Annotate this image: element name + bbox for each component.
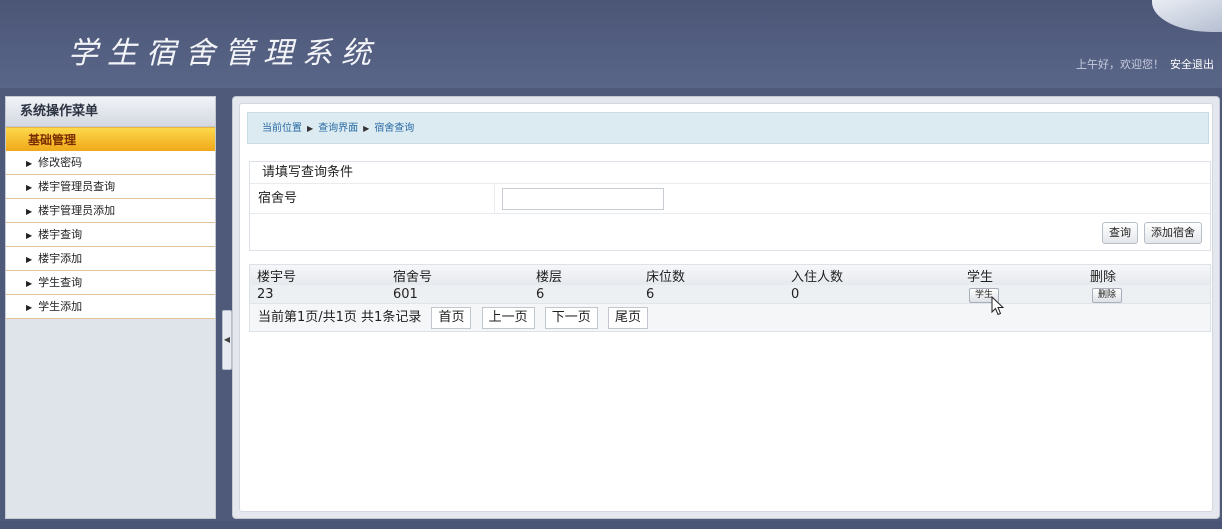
- column-header: 楼层: [529, 265, 639, 285]
- footer-bar: [0, 521, 1222, 529]
- add-room-button[interactable]: 添加宿舍: [1144, 222, 1202, 244]
- sidebar-item-label: 楼宇管理员查询: [38, 180, 116, 193]
- query-form: 请填写查询条件 宿舍号 查询 添加宿舍: [249, 161, 1211, 251]
- table-header-row: 楼宇号 宿舍号 楼层 床位数 入住人数 学生 删除: [250, 265, 1210, 285]
- room-number-input[interactable]: [502, 188, 664, 210]
- prev-page-button[interactable]: 上一页: [481, 307, 535, 329]
- sidebar-item-label: 修改密码: [38, 156, 83, 169]
- sidebar-item-label: 楼宇查询: [38, 228, 83, 241]
- app-logo: 学生宿舍管理系统: [68, 36, 380, 71]
- triangle-right-icon: ▶: [26, 231, 33, 240]
- user-greeting: 上午好，欢迎您！ 安全退出: [1076, 56, 1214, 72]
- cell-occupants: 0: [784, 285, 960, 303]
- sidebar-item-student-add[interactable]: ▶ 学生添加: [6, 295, 215, 319]
- sidebar-item-label: 楼宇添加: [38, 252, 83, 265]
- breadcrumb-item[interactable]: 当前位置: [262, 123, 302, 134]
- mouse-cursor-icon: [991, 296, 1005, 316]
- column-header: 楼宇号: [250, 265, 386, 285]
- triangle-right-icon: ▶: [26, 255, 33, 264]
- sidebar-item-manager-add[interactable]: ▶ 楼宇管理员添加: [6, 199, 215, 223]
- last-page-button[interactable]: 尾页: [607, 307, 648, 329]
- triangle-right-icon: ▶: [26, 303, 33, 312]
- sidebar-collapse-toggle[interactable]: ◀: [222, 310, 232, 370]
- greeting-text: 上午好，欢迎您！: [1076, 58, 1164, 71]
- cell-beds: 6: [639, 285, 784, 303]
- triangle-left-icon: ◀: [223, 335, 231, 344]
- breadcrumb-item[interactable]: 宿舍查询: [374, 123, 414, 134]
- triangle-right-icon: ▶: [26, 207, 33, 216]
- logout-link[interactable]: 安全退出: [1170, 58, 1214, 71]
- column-header: 床位数: [639, 265, 784, 285]
- sidebar: 系统操作菜单 基础管理 ▶ 修改密码 ▶ 楼宇管理员查询 ▶ 楼宇管理员添加 ▶ 楼宇查…: [5, 96, 216, 519]
- breadcrumb-item[interactable]: 查询界面: [318, 123, 358, 134]
- breadcrumb-arrow-icon: ▶: [363, 124, 370, 133]
- pagination-status: 当前第1页/共1页 共1条记录: [258, 310, 422, 325]
- table-row: 23 601 6 6 0 学生 删除: [250, 285, 1210, 303]
- divider: [494, 184, 495, 214]
- sidebar-item-change-password[interactable]: ▶ 修改密码: [6, 151, 215, 175]
- main-panel: 当前位置 ▶ 查询界面 ▶ 宿舍查询 请填写查询条件 宿舍号 查询 添加宿舍 楼宇号 宿舍…: [232, 96, 1220, 519]
- column-header: 删除: [1083, 265, 1210, 285]
- triangle-right-icon: ▶: [26, 279, 33, 288]
- sidebar-item-label: 学生查询: [38, 276, 83, 289]
- query-form-title: 请填写查询条件: [250, 162, 1210, 184]
- sidebar-title: 系统操作菜单: [6, 97, 215, 127]
- first-page-button[interactable]: 首页: [431, 307, 472, 329]
- app-header: 学生宿舍管理系统 上午好，欢迎您！ 安全退出: [0, 0, 1222, 88]
- sidebar-item-manager-query[interactable]: ▶ 楼宇管理员查询: [6, 175, 215, 199]
- cell-student: 学生: [960, 285, 1083, 303]
- cell-delete: 删除: [1083, 285, 1210, 303]
- sidebar-item-label: 楼宇管理员添加: [38, 204, 116, 217]
- cell-building: 23: [250, 285, 386, 303]
- pagination: 当前第1页/共1页 共1条记录 首页 上一页 下一页 尾页: [250, 303, 1210, 331]
- query-row-room: 宿舍号: [250, 184, 1210, 214]
- query-actions: 查询 添加宿舍: [1096, 222, 1202, 244]
- results-table: 楼宇号 宿舍号 楼层 床位数 入住人数 学生 删除 23 601 6 6 0 学…: [249, 264, 1211, 332]
- column-header: 入住人数: [784, 265, 960, 285]
- sidebar-item-building-add[interactable]: ▶ 楼宇添加: [6, 247, 215, 271]
- next-page-button[interactable]: 下一页: [544, 307, 598, 329]
- breadcrumb: 当前位置 ▶ 查询界面 ▶ 宿舍查询: [247, 112, 1209, 144]
- column-header: 学生: [960, 265, 1083, 285]
- sidebar-item-student-query[interactable]: ▶ 学生查询: [6, 271, 215, 295]
- header-corner-decoration: [1152, 0, 1222, 32]
- cell-room: 601: [386, 285, 529, 303]
- search-button[interactable]: 查询: [1102, 222, 1138, 244]
- room-number-label: 宿舍号: [258, 191, 298, 206]
- column-header: 宿舍号: [386, 265, 529, 285]
- cell-floor: 6: [529, 285, 639, 303]
- triangle-right-icon: ▶: [26, 159, 33, 168]
- breadcrumb-arrow-icon: ▶: [307, 124, 314, 133]
- sidebar-item-label: 学生添加: [38, 300, 83, 313]
- menu-group-basic[interactable]: 基础管理: [6, 127, 215, 151]
- content-area: 当前位置 ▶ 查询界面 ▶ 宿舍查询 请填写查询条件 宿舍号 查询 添加宿舍 楼宇号 宿舍…: [239, 103, 1213, 512]
- triangle-right-icon: ▶: [26, 183, 33, 192]
- sidebar-item-building-query[interactable]: ▶ 楼宇查询: [6, 223, 215, 247]
- delete-button[interactable]: 删除: [1092, 287, 1123, 303]
